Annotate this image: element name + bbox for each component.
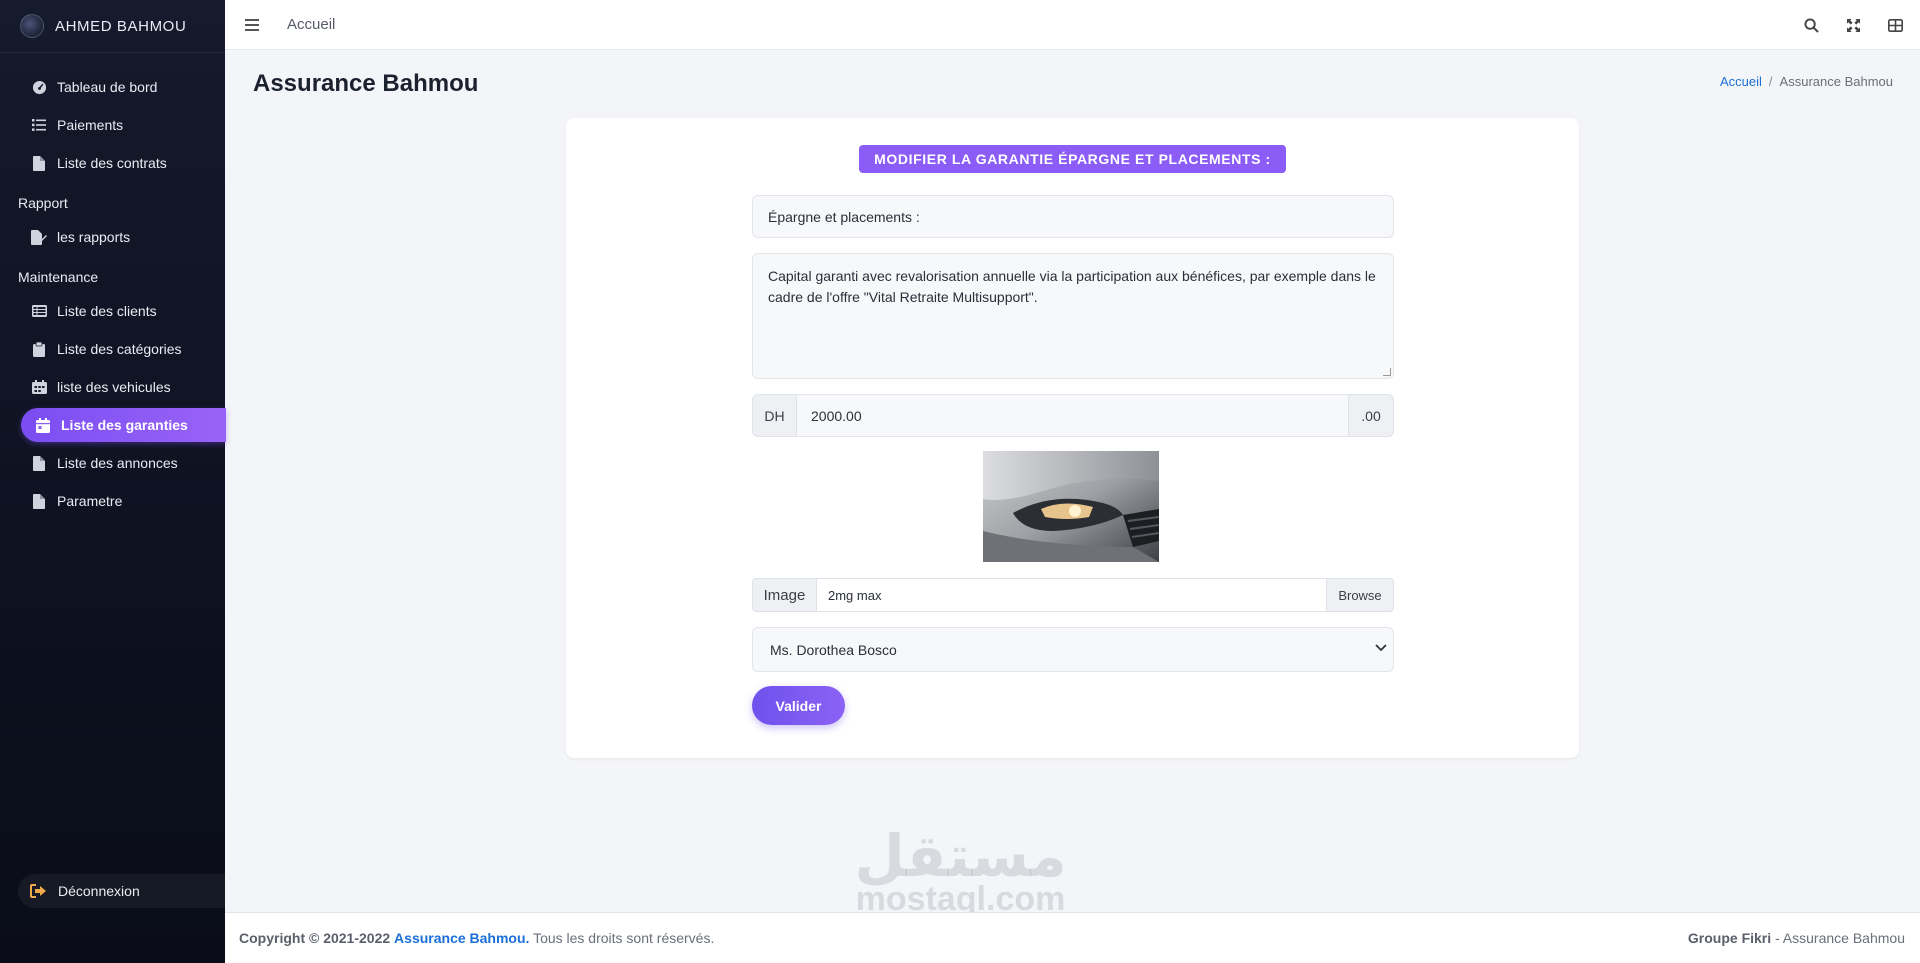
price-input-group: DH 2000.00 .00 — [752, 394, 1394, 437]
topbar-actions — [1802, 0, 1904, 50]
sidebar-nav: Tableau de bord Paiements Liste des cont… — [0, 53, 226, 518]
edit-guarantee-form: Épargne et placements : Capital garanti … — [752, 195, 1394, 725]
section-header-maintenance: Maintenance — [18, 269, 99, 285]
image-upload-group: Image 2mg max Browse — [752, 578, 1394, 612]
footer: Copyright © 2021-2022 Assurance Bahmou. … — [225, 912, 1920, 963]
card-title: MODIFIER LA GARANTIE ÉPARGNE ET PLACEMEN… — [859, 145, 1286, 173]
sidebar-item-dashboard[interactable]: Tableau de bord — [0, 70, 225, 104]
sidebar-item-vehicles[interactable]: liste des vehicules — [0, 370, 225, 404]
footer-right-text: - Assurance Bahmou — [1775, 930, 1905, 946]
search-icon[interactable] — [1802, 16, 1820, 34]
image-file-input[interactable]: 2mg max — [817, 578, 1326, 612]
sidebar-item-reports[interactable]: les rapports — [0, 220, 225, 254]
description-text: Capital garanti avec revalorisation annu… — [768, 268, 1376, 305]
watermark-latin: mostaql.com — [855, 880, 1066, 918]
watermark: مستقل mostaql.com — [843, 826, 1078, 916]
brand-logo — [20, 14, 44, 38]
clipboard-icon — [31, 341, 47, 357]
chevron-down-icon — [1375, 643, 1387, 656]
file-icon — [31, 455, 47, 471]
car-headlight-image — [983, 451, 1159, 562]
client-select-value: Ms. Dorothea Bosco — [770, 641, 897, 658]
sidebar-item-label: Paiements — [57, 117, 124, 133]
sidebar-item-clients[interactable]: Liste des clients — [0, 294, 225, 328]
resize-handle-icon[interactable] — [1383, 368, 1391, 376]
copyright-suffix: Tous les droits sont réservés. — [533, 930, 715, 946]
breadcrumb: Accueil / Assurance Bahmou — [1720, 74, 1893, 89]
file-signature-icon — [31, 229, 47, 245]
browse-button[interactable]: Browse — [1326, 578, 1394, 612]
sidebar-item-label: les rapports — [57, 229, 131, 245]
sidebar-item-label: Liste des annonces — [57, 455, 178, 471]
sidebar: AHMED BAHMOU Tableau de bord Paiements L… — [0, 0, 226, 963]
sidebar-item-label: Liste des garanties — [61, 417, 188, 433]
grid-apps-icon[interactable] — [1886, 16, 1904, 34]
sidebar-item-categories[interactable]: Liste des catégories — [0, 332, 225, 366]
image-upload-label: Image — [752, 578, 817, 612]
footer-copyright: Copyright © 2021-2022 Assurance Bahmou. … — [239, 930, 714, 946]
topbar-home-link[interactable]: Accueil — [287, 16, 335, 33]
logout-label: Déconnexion — [58, 883, 140, 899]
sidebar-item-payments[interactable]: Paiements — [0, 108, 225, 142]
sidebar-item-label: Liste des catégories — [57, 341, 182, 357]
sidebar-item-guarantees[interactable]: Liste des garanties — [21, 408, 226, 442]
guarantee-name-input[interactable]: Épargne et placements : — [752, 195, 1394, 238]
copyright-prefix: Copyright © 2021-2022 — [239, 930, 391, 946]
hamburger-menu-icon[interactable] — [245, 16, 263, 34]
price-input[interactable]: 2000.00 — [797, 394, 1348, 437]
file-icon — [31, 493, 47, 509]
sidebar-item-contracts[interactable]: Liste des contrats — [0, 146, 225, 180]
breadcrumb-current: Assurance Bahmou — [1779, 74, 1893, 89]
guarantee-description-textarea[interactable]: Capital garanti avec revalorisation annu… — [752, 253, 1394, 379]
watermark-arabic: مستقل — [854, 822, 1067, 890]
logout-button[interactable]: Déconnexion — [18, 874, 225, 908]
gauge-icon — [31, 79, 47, 95]
image-preview-wrapper — [752, 451, 1394, 563]
client-select[interactable]: Ms. Dorothea Bosco — [752, 627, 1394, 672]
section-header-rapport: Rapport — [18, 195, 68, 211]
table-list-icon — [31, 303, 47, 319]
file-icon — [31, 155, 47, 171]
submit-button[interactable]: Valider — [752, 686, 845, 725]
card-title-wrapper: MODIFIER LA GARANTIE ÉPARGNE ET PLACEMEN… — [566, 118, 1579, 173]
sidebar-item-settings[interactable]: Parametre — [0, 484, 225, 518]
page-title: Assurance Bahmou — [253, 70, 479, 97]
currency-prefix: DH — [752, 394, 797, 437]
list-icon — [31, 117, 47, 133]
sidebar-item-label: Liste des contrats — [57, 155, 167, 171]
sign-out-icon — [30, 884, 48, 898]
calendar-grid-icon — [31, 379, 47, 395]
brand[interactable]: AHMED BAHMOU — [0, 0, 225, 53]
edit-guarantee-card: MODIFIER LA GARANTIE ÉPARGNE ET PLACEMEN… — [566, 118, 1579, 758]
decimal-suffix: .00 — [1348, 394, 1394, 437]
calendar-icon — [35, 417, 51, 433]
breadcrumb-home-link[interactable]: Accueil — [1720, 74, 1762, 89]
footer-right: Groupe Fikri - Assurance Bahmou — [1688, 930, 1905, 946]
sidebar-item-label: liste des vehicules — [57, 379, 171, 395]
brand-name: AHMED BAHMOU — [55, 17, 187, 35]
sidebar-item-label: Liste des clients — [57, 303, 157, 319]
footer-group-name: Groupe Fikri — [1687, 930, 1772, 946]
sidebar-item-label: Tableau de bord — [57, 79, 158, 95]
footer-brand-link[interactable]: Assurance Bahmou. — [394, 930, 529, 946]
topbar: Accueil — [225, 0, 1920, 50]
sidebar-item-announcements[interactable]: Liste des annonces — [0, 446, 225, 480]
sidebar-item-label: Parametre — [57, 493, 123, 509]
breadcrumb-separator: / — [1768, 74, 1773, 89]
fullscreen-icon[interactable] — [1844, 16, 1862, 34]
